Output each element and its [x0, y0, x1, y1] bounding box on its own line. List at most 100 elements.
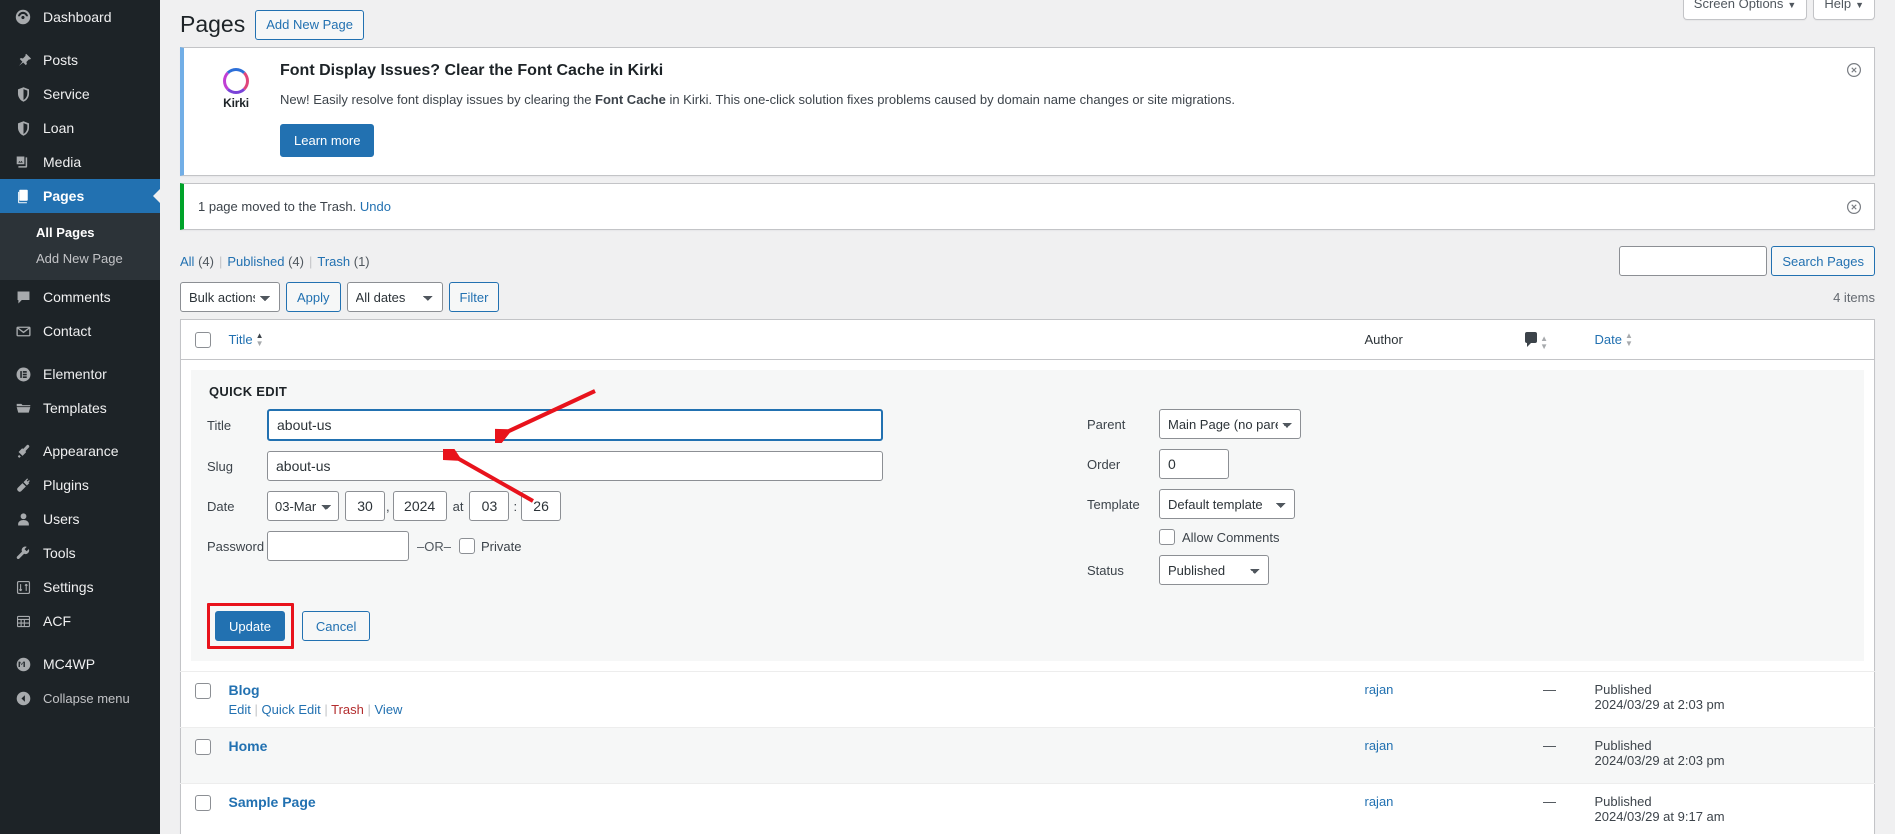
row-select-cell	[181, 784, 219, 834]
close-circle-icon[interactable]	[1844, 197, 1864, 217]
row-status-label: Published	[1595, 794, 1765, 809]
learn-more-button[interactable]: Learn more	[280, 124, 374, 158]
table-row: Home rajan — Published 2024/03/29 at 2:0…	[181, 728, 1875, 784]
sidebar-divider	[0, 425, 160, 434]
item-count-label: 4 items	[1833, 290, 1875, 305]
quick-edit-allow-comments-checkbox[interactable]	[1159, 529, 1175, 545]
quick-edit-hour-input[interactable]	[469, 491, 509, 521]
quick-edit-date-comma: ,	[386, 499, 390, 514]
quick-edit-private-group: Private	[459, 538, 521, 554]
search-pages-button[interactable]: Search Pages	[1771, 246, 1875, 276]
quick-edit-year-input[interactable]	[393, 491, 447, 521]
row-checkbox[interactable]	[195, 683, 211, 699]
main-content: Screen Options▼ Help▼ Pages Add New Page…	[160, 0, 1895, 834]
row-date-cell: Published 2024/03/29 at 2:03 pm	[1585, 672, 1775, 728]
row-author-link[interactable]: rajan	[1365, 738, 1394, 753]
undo-link[interactable]: Undo	[360, 199, 391, 214]
row-author-link[interactable]: rajan	[1365, 682, 1394, 697]
quick-edit-allow-comments-label: Allow Comments	[1182, 530, 1280, 545]
screen-meta-links: Screen Options▼ Help▼	[1683, 0, 1875, 20]
sidebar-item-loan[interactable]: Loan	[0, 111, 160, 145]
close-circle-icon[interactable]	[1844, 60, 1864, 80]
quick-edit-status-select[interactable]: Published	[1159, 555, 1269, 585]
row-checkbox[interactable]	[195, 795, 211, 811]
sort-by-title-link[interactable]: Title ▲▼	[229, 332, 264, 347]
date-filter-select[interactable]: All dates	[347, 282, 443, 312]
view-filter-trash-link[interactable]: Trash	[317, 254, 350, 269]
sidebar-item-service[interactable]: Service	[0, 77, 160, 111]
collapse-menu-button[interactable]: Collapse menu	[0, 681, 160, 715]
row-action-quick-edit-link[interactable]: Quick Edit	[262, 702, 321, 717]
sort-by-date-link[interactable]: Date ▲▼	[1595, 332, 1633, 347]
sidebar-item-label: Users	[43, 511, 80, 527]
sidebar-item-settings[interactable]: Settings	[0, 570, 160, 604]
envelope-icon	[13, 321, 33, 341]
sidebar-item-mc4wp[interactable]: MC4WP	[0, 647, 160, 681]
sidebar-item-contact[interactable]: Contact	[0, 314, 160, 348]
sidebar-item-comments[interactable]: Comments	[0, 280, 160, 314]
sidebar-item-label: Posts	[43, 52, 78, 68]
folder-icon	[13, 398, 33, 418]
apply-button[interactable]: Apply	[286, 282, 341, 312]
wrench-icon	[13, 543, 33, 563]
sidebar-item-dashboard[interactable]: Dashboard	[0, 0, 160, 34]
admin-sidebar: Dashboard Posts Service Loan Media	[0, 0, 160, 834]
quick-edit-submit-row: Update Cancel	[207, 595, 1848, 661]
help-button[interactable]: Help▼	[1813, 0, 1875, 20]
view-filter-all-link[interactable]: All	[180, 254, 194, 269]
sidebar-item-appearance[interactable]: Appearance	[0, 434, 160, 468]
row-checkbox[interactable]	[195, 739, 211, 755]
sidebar-item-label: Appearance	[43, 443, 119, 459]
quick-edit-parent-select[interactable]: Main Page (no parent)	[1159, 409, 1301, 439]
table-nav-top: Bulk actions Apply All dates Filter 4 it…	[180, 281, 1875, 313]
row-title-cell: Blog Edit Quick Edit Trash View	[219, 672, 1355, 728]
table-row: Blog EditQuick EditTrashView rajan — Pub…	[181, 672, 1875, 728]
row-spacer-cell	[1775, 728, 1875, 784]
sidebar-item-templates[interactable]: Templates	[0, 391, 160, 425]
quick-edit-template-select[interactable]: Default template	[1159, 489, 1295, 519]
row-author-link[interactable]: rajan	[1365, 794, 1394, 809]
sidebar-item-posts[interactable]: Posts	[0, 43, 160, 77]
bulk-actions-select[interactable]: Bulk actions	[180, 282, 280, 312]
pages-table-body: QUICK EDIT	[181, 360, 1875, 834]
sidebar-item-acf[interactable]: ACF	[0, 604, 160, 638]
quick-edit-day-input[interactable]	[345, 491, 385, 521]
row-action-trash-link[interactable]: Trash	[331, 702, 364, 717]
page-title: Pages	[180, 10, 245, 40]
column-header-title: Title ▲▼	[219, 320, 1355, 360]
sidebar-item-pages[interactable]: Pages	[0, 179, 160, 213]
quick-edit-template-row: Template Default template	[1087, 489, 1848, 519]
row-title-link[interactable]: Sample Page	[229, 794, 316, 810]
quick-edit-slug-input[interactable]	[267, 451, 883, 481]
filter-button[interactable]: Filter	[449, 282, 500, 312]
quick-edit-date-label: Date	[207, 499, 267, 514]
sidebar-item-plugins[interactable]: Plugins	[0, 468, 160, 502]
quick-edit-private-checkbox[interactable]	[459, 538, 475, 554]
select-all-checkbox[interactable]	[195, 332, 211, 348]
column-header-comments: ▲▼	[1515, 320, 1585, 360]
add-new-page-button[interactable]: Add New Page	[255, 10, 364, 40]
quick-edit-minute-input[interactable]	[521, 491, 561, 521]
chevron-left-circle-icon	[13, 688, 33, 708]
row-action-edit-link[interactable]: Edit	[229, 702, 251, 717]
kirki-notice: Kirki Font Display Issues? Clear the Fon…	[180, 47, 1875, 176]
screen-options-button[interactable]: Screen Options▼	[1683, 0, 1808, 20]
sidebar-item-tools[interactable]: Tools	[0, 536, 160, 570]
quick-edit-order-input[interactable]	[1159, 449, 1229, 479]
sidebar-item-media[interactable]: Media	[0, 145, 160, 179]
quick-edit-title-input[interactable]	[267, 409, 883, 441]
row-title-link[interactable]: Blog	[229, 682, 260, 698]
quick-edit-password-input[interactable]	[267, 531, 409, 561]
row-action-view-link[interactable]: View	[375, 702, 403, 717]
sidebar-subitem-all-pages[interactable]: All Pages	[0, 220, 160, 246]
view-filter-published-link[interactable]: Published	[227, 254, 284, 269]
sort-indicator-icon[interactable]: ▲▼	[1540, 335, 1548, 350]
cancel-button[interactable]: Cancel	[302, 611, 370, 641]
search-input[interactable]	[1619, 246, 1767, 276]
quick-edit-month-select[interactable]: 03-Mar	[267, 491, 339, 521]
sidebar-subitem-add-new-page[interactable]: Add New Page	[0, 246, 160, 272]
row-title-link[interactable]: Home	[229, 738, 268, 754]
sidebar-item-users[interactable]: Users	[0, 502, 160, 536]
sidebar-item-elementor[interactable]: Elementor	[0, 357, 160, 391]
update-button[interactable]: Update	[215, 611, 285, 641]
